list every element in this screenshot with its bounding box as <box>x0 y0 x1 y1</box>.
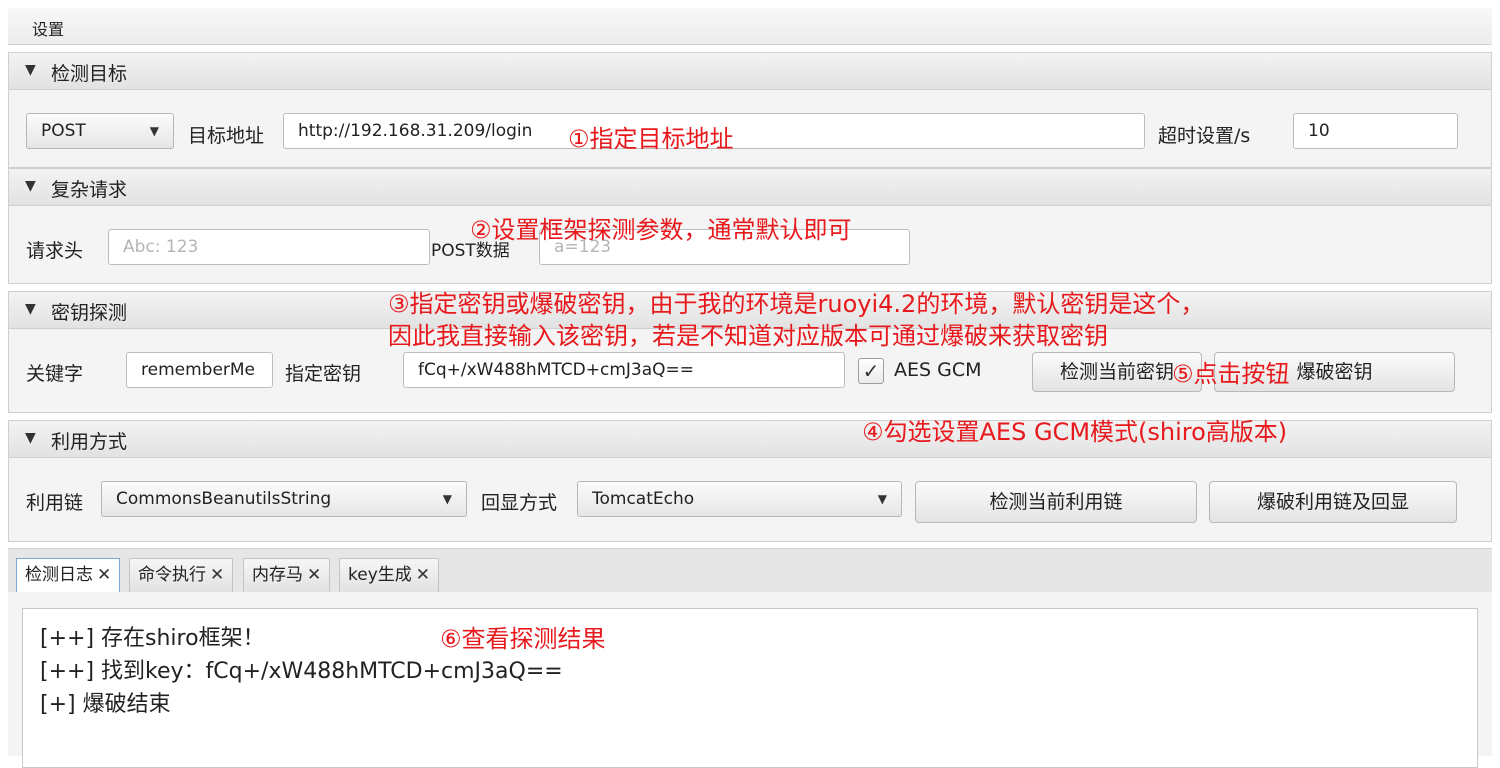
header-label: 请求头 <box>26 240 84 262</box>
annotation-3-line1: ③指定密钥或爆破密钥，由于我的环境是ruoyi4.2的环境，默认密钥是这个， <box>388 290 1205 318</box>
target-panel-header[interactable]: ▼ 检测目标 <box>9 53 1491 90</box>
tab-label: 命令执行 <box>138 565 206 585</box>
annotation-1: ①指定目标地址 <box>568 125 734 153</box>
request-panel-header[interactable]: ▼ 复杂请求 <box>9 169 1491 206</box>
collapse-triangle-icon[interactable]: ▼ <box>25 301 36 317</box>
log-line: [+] 爆破结束 <box>40 692 171 717</box>
method-select-value: POST <box>41 121 86 141</box>
timeout-input[interactable]: 10 <box>1293 113 1458 149</box>
collapse-triangle-icon[interactable]: ▼ <box>25 178 36 194</box>
echo-label: 回显方式 <box>481 492 558 514</box>
collapse-triangle-icon[interactable]: ▼ <box>25 62 36 78</box>
checkmark-icon: ✓ <box>862 359 880 383</box>
close-icon[interactable]: ✕ <box>416 565 430 585</box>
log-line: [++] 找到key：fCq+/xW488hMTCD+cmJ3aQ== <box>40 659 563 684</box>
tab-memshell[interactable]: 内存马 ✕ <box>243 558 331 592</box>
menu-bar: 设置 <box>8 8 1492 45</box>
keyword-label: 关键字 <box>26 363 84 385</box>
echo-select[interactable]: TomcatEcho ▼ <box>577 481 902 517</box>
url-label: 目标地址 <box>188 125 265 147</box>
chain-label: 利用链 <box>26 492 84 514</box>
close-icon[interactable]: ✕ <box>210 565 224 585</box>
close-icon[interactable]: ✕ <box>97 565 111 585</box>
tab-label: 内存马 <box>252 565 303 585</box>
annotation-3-line2: 因此我直接输入该密钥，若是不知道对应版本可通过爆破来获取密钥 <box>388 322 1108 350</box>
dropdown-arrow-icon: ▼ <box>149 124 159 138</box>
tab-detect-log[interactable]: 检测日志 ✕ <box>16 558 121 592</box>
chain-select-value: CommonsBeanutilsString <box>116 489 332 509</box>
close-icon[interactable]: ✕ <box>307 565 321 585</box>
tab-key-gen[interactable]: key生成 ✕ <box>339 558 440 592</box>
aes-gcm-checkbox[interactable]: ✓ <box>858 358 884 384</box>
request-panel-title: 复杂请求 <box>51 179 128 201</box>
key-panel-title: 密钥探测 <box>51 302 128 324</box>
brute-chain-button[interactable]: 爆破利用链及回显 <box>1209 481 1457 523</box>
check-chain-button[interactable]: 检测当前利用链 <box>915 481 1197 523</box>
menu-settings[interactable]: 设置 <box>32 16 64 40</box>
method-select[interactable]: POST ▼ <box>26 113 174 149</box>
dropdown-arrow-icon: ▼ <box>877 492 887 506</box>
annotation-5: ⑤点击按钮 <box>1172 360 1290 388</box>
key-input[interactable]: fCq+/xW488hMTCD+cmJ3aQ== <box>403 352 845 388</box>
tab-label: key生成 <box>348 565 412 585</box>
key-label: 指定密钥 <box>285 363 362 385</box>
tab-label: 检测日志 <box>25 565 93 585</box>
exploit-panel-title: 利用方式 <box>51 431 128 453</box>
echo-select-value: TomcatEcho <box>592 489 695 509</box>
log-line: [++] 存在shiro框架！ <box>40 626 265 651</box>
header-input[interactable]: Abc: 123 <box>108 229 430 265</box>
keyword-input[interactable]: rememberMe <box>126 352 273 388</box>
tab-command-exec[interactable]: 命令执行 ✕ <box>129 558 234 592</box>
chain-select[interactable]: CommonsBeanutilsString ▼ <box>101 481 467 517</box>
dropdown-arrow-icon: ▼ <box>442 492 452 506</box>
annotation-6: ⑥查看探测结果 <box>440 625 606 653</box>
target-panel-title: 检测目标 <box>51 63 128 85</box>
timeout-label: 超时设置/s <box>1158 125 1251 147</box>
collapse-triangle-icon[interactable]: ▼ <box>25 430 36 446</box>
annotation-2: ②设置框架探测参数，通常默认即可 <box>470 216 852 244</box>
target-panel: ▼ 检测目标 <box>8 52 1492 168</box>
aes-gcm-label: AES GCM <box>894 359 982 381</box>
annotation-4: ④勾选设置AES GCM模式(shiro高版本) <box>862 418 1288 446</box>
